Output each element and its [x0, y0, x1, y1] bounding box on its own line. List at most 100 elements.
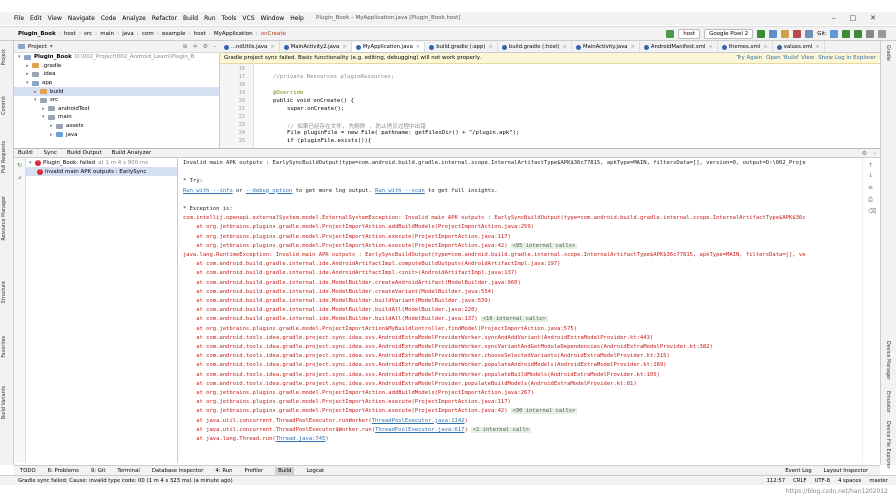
- git-update-icon[interactable]: [830, 29, 838, 38]
- tool-button-run[interactable]: 4: Run: [215, 468, 232, 474]
- gear-icon[interactable]: ⚙: [862, 150, 867, 157]
- git-commit-icon[interactable]: [842, 29, 850, 38]
- tab-myapplication-java[interactable]: MyApplication.java ×: [351, 42, 426, 52]
- tab-androidmanifest-xml[interactable]: AndroidManifest.xml ×: [640, 41, 718, 52]
- tool-tab-emulator[interactable]: Emulator: [885, 391, 890, 413]
- breadcrumb-item[interactable]: java: [122, 31, 134, 37]
- console-link[interactable]: Run with --info: [183, 188, 233, 194]
- close-icon[interactable]: ×: [630, 44, 634, 50]
- history-icon[interactable]: [866, 29, 874, 38]
- tab-themes-xml[interactable]: themes.xml ×: [718, 41, 773, 52]
- menu-item-build[interactable]: Build: [183, 15, 198, 22]
- source-link[interactable]: Thread.java:745: [276, 436, 326, 442]
- menu-item-vcs[interactable]: VCS: [242, 15, 254, 22]
- run-icon[interactable]: [757, 29, 766, 38]
- tool-button-profiler[interactable]: Profiler: [244, 468, 263, 474]
- close-icon[interactable]: ×: [416, 44, 420, 50]
- breadcrumb-item[interactable]: main: [100, 31, 114, 37]
- hide-icon[interactable]: –: [213, 43, 216, 50]
- breadcrumb-item[interactable]: host: [194, 31, 206, 37]
- internal-calls-badge[interactable]: <95 internal calls>: [510, 242, 578, 249]
- tool-button-problems[interactable]: 6: Problems: [48, 468, 79, 474]
- tree-item[interactable]: ▾ src: [14, 96, 219, 105]
- menu-item-navigate[interactable]: Navigate: [68, 15, 95, 22]
- build-tree-item[interactable]: ! Invalid main APK outputs : EarlySync: [26, 167, 177, 176]
- tab-ndutils-java[interactable]: ...ndUtils.java ×: [220, 41, 280, 52]
- tool-button-build[interactable]: Build: [275, 466, 295, 475]
- sync-icon[interactable]: [805, 29, 814, 38]
- close-icon[interactable]: ✕: [870, 14, 890, 22]
- indent-setting[interactable]: 4 spaces: [838, 478, 861, 484]
- stop-icon[interactable]: [793, 29, 802, 38]
- tab-mainactivity2-java[interactable]: MainActivity2.java ×: [280, 41, 352, 52]
- tree-item[interactable]: ▾ main: [14, 113, 219, 122]
- close-icon[interactable]: ×: [815, 44, 819, 50]
- tool-tab-gradle[interactable]: Gradle: [885, 45, 890, 61]
- close-icon[interactable]: ×: [270, 44, 274, 50]
- menu-item-tools[interactable]: Tools: [222, 15, 237, 22]
- file-encoding[interactable]: UTF-8: [815, 478, 830, 484]
- close-icon[interactable]: ×: [488, 44, 492, 50]
- console-link[interactable]: Run with --scan: [375, 188, 425, 194]
- scroll-down-icon[interactable]: ↓: [868, 172, 873, 179]
- wrap-icon[interactable]: ≡: [868, 184, 873, 191]
- scroll-up-icon[interactable]: ↑: [868, 162, 873, 169]
- tool-tab-device-manager[interactable]: Device Manager: [885, 341, 890, 380]
- tool-button-event-log[interactable]: Event Log: [785, 468, 811, 474]
- breadcrumb-item[interactable]: host: [64, 31, 76, 37]
- chevron-down-icon[interactable]: ▾: [50, 43, 53, 50]
- tool-tab-device-file-explorer[interactable]: Device File Explorer: [885, 421, 890, 468]
- run-config-dropdown[interactable]: host: [678, 28, 701, 39]
- breadcrumb-item[interactable]: com: [142, 31, 154, 37]
- collapse-icon[interactable]: ≑: [193, 43, 198, 50]
- build-tree-item[interactable]: ▾! Plugin_Book: failed at 1 m 4 s 900 ms: [26, 158, 177, 167]
- menu-item-run[interactable]: Run: [204, 15, 216, 22]
- tree-item[interactable]: ▸ build: [14, 87, 219, 96]
- tree-item[interactable]: ▸ java: [14, 130, 219, 139]
- code-editor[interactable]: //private Resources pluginResources; @Ove…: [255, 64, 880, 148]
- tab-mainactivity-java[interactable]: MainActivity.java ×: [572, 41, 640, 52]
- tab-sync[interactable]: Sync: [44, 150, 57, 156]
- menu-item-view[interactable]: View: [48, 15, 62, 22]
- tool-button-database-inspector[interactable]: Database Inspector: [152, 468, 204, 474]
- git-push-icon[interactable]: [854, 29, 862, 38]
- menu-item-code[interactable]: Code: [101, 15, 116, 22]
- tree-item[interactable]: ▾ app: [14, 79, 219, 88]
- tree-item[interactable]: ▾ Plugin_Book D:\002_Project\002_Android_L…: [14, 53, 219, 62]
- show-log-link[interactable]: Show Log in Explorer: [818, 55, 876, 61]
- internal-calls-badge[interactable]: <90 internal calls>: [510, 408, 578, 415]
- tool-tab-pull-requests[interactable]: Pull Requests: [2, 141, 7, 173]
- tab-build-analyzer[interactable]: Build Analyzer: [112, 150, 152, 156]
- tool-button-git[interactable]: 9: Git: [91, 468, 106, 474]
- gear-icon[interactable]: ⚙: [203, 43, 208, 50]
- close-icon[interactable]: ×: [708, 44, 712, 50]
- menu-item-file[interactable]: File: [14, 15, 24, 22]
- tool-button-layout-inspector[interactable]: Layout Inspector: [824, 468, 868, 474]
- debug-icon[interactable]: [769, 29, 778, 38]
- hammer-icon[interactable]: [666, 29, 675, 38]
- tab-build-gradle-host[interactable]: build.gradle (:host) ×: [498, 41, 572, 52]
- minimize-icon[interactable]: –: [832, 14, 850, 22]
- tab-build-gradle-app[interactable]: build.gradle (:app) ×: [425, 41, 498, 52]
- build-console[interactable]: Invalid main APK outputs : EarlySyncBuil…: [179, 158, 862, 463]
- tool-button-terminal[interactable]: Terminal: [117, 468, 139, 474]
- tool-tab-resource-manager[interactable]: Resource Manager: [2, 196, 7, 241]
- profile-icon[interactable]: [781, 29, 790, 38]
- pin-icon[interactable]: ⊿: [17, 174, 22, 181]
- locate-icon[interactable]: ⊕: [183, 43, 188, 50]
- source-link[interactable]: ThreadPoolExecutor.java:617: [375, 427, 464, 433]
- tool-tab-commit[interactable]: Commit: [2, 96, 7, 115]
- search-icon[interactable]: [878, 29, 886, 38]
- open-build-view-link[interactable]: Open 'Build' View: [766, 55, 814, 61]
- tool-tab-favorites[interactable]: Favorites: [2, 336, 7, 358]
- tree-item[interactable]: ▸ .gradle: [14, 62, 219, 71]
- tree-item[interactable]: ▸ androidTest: [14, 105, 219, 114]
- tab-build-output[interactable]: Build Output: [67, 150, 102, 156]
- close-icon[interactable]: ×: [342, 44, 346, 50]
- device-dropdown[interactable]: Google Pixel 2: [704, 28, 754, 39]
- hide-icon[interactable]: –: [873, 150, 876, 157]
- caret-position[interactable]: 112:57: [766, 478, 785, 484]
- rerun-icon[interactable]: ↻: [17, 162, 22, 169]
- trash-icon[interactable]: ⌫: [868, 208, 876, 215]
- menu-item-window[interactable]: Window: [261, 15, 285, 22]
